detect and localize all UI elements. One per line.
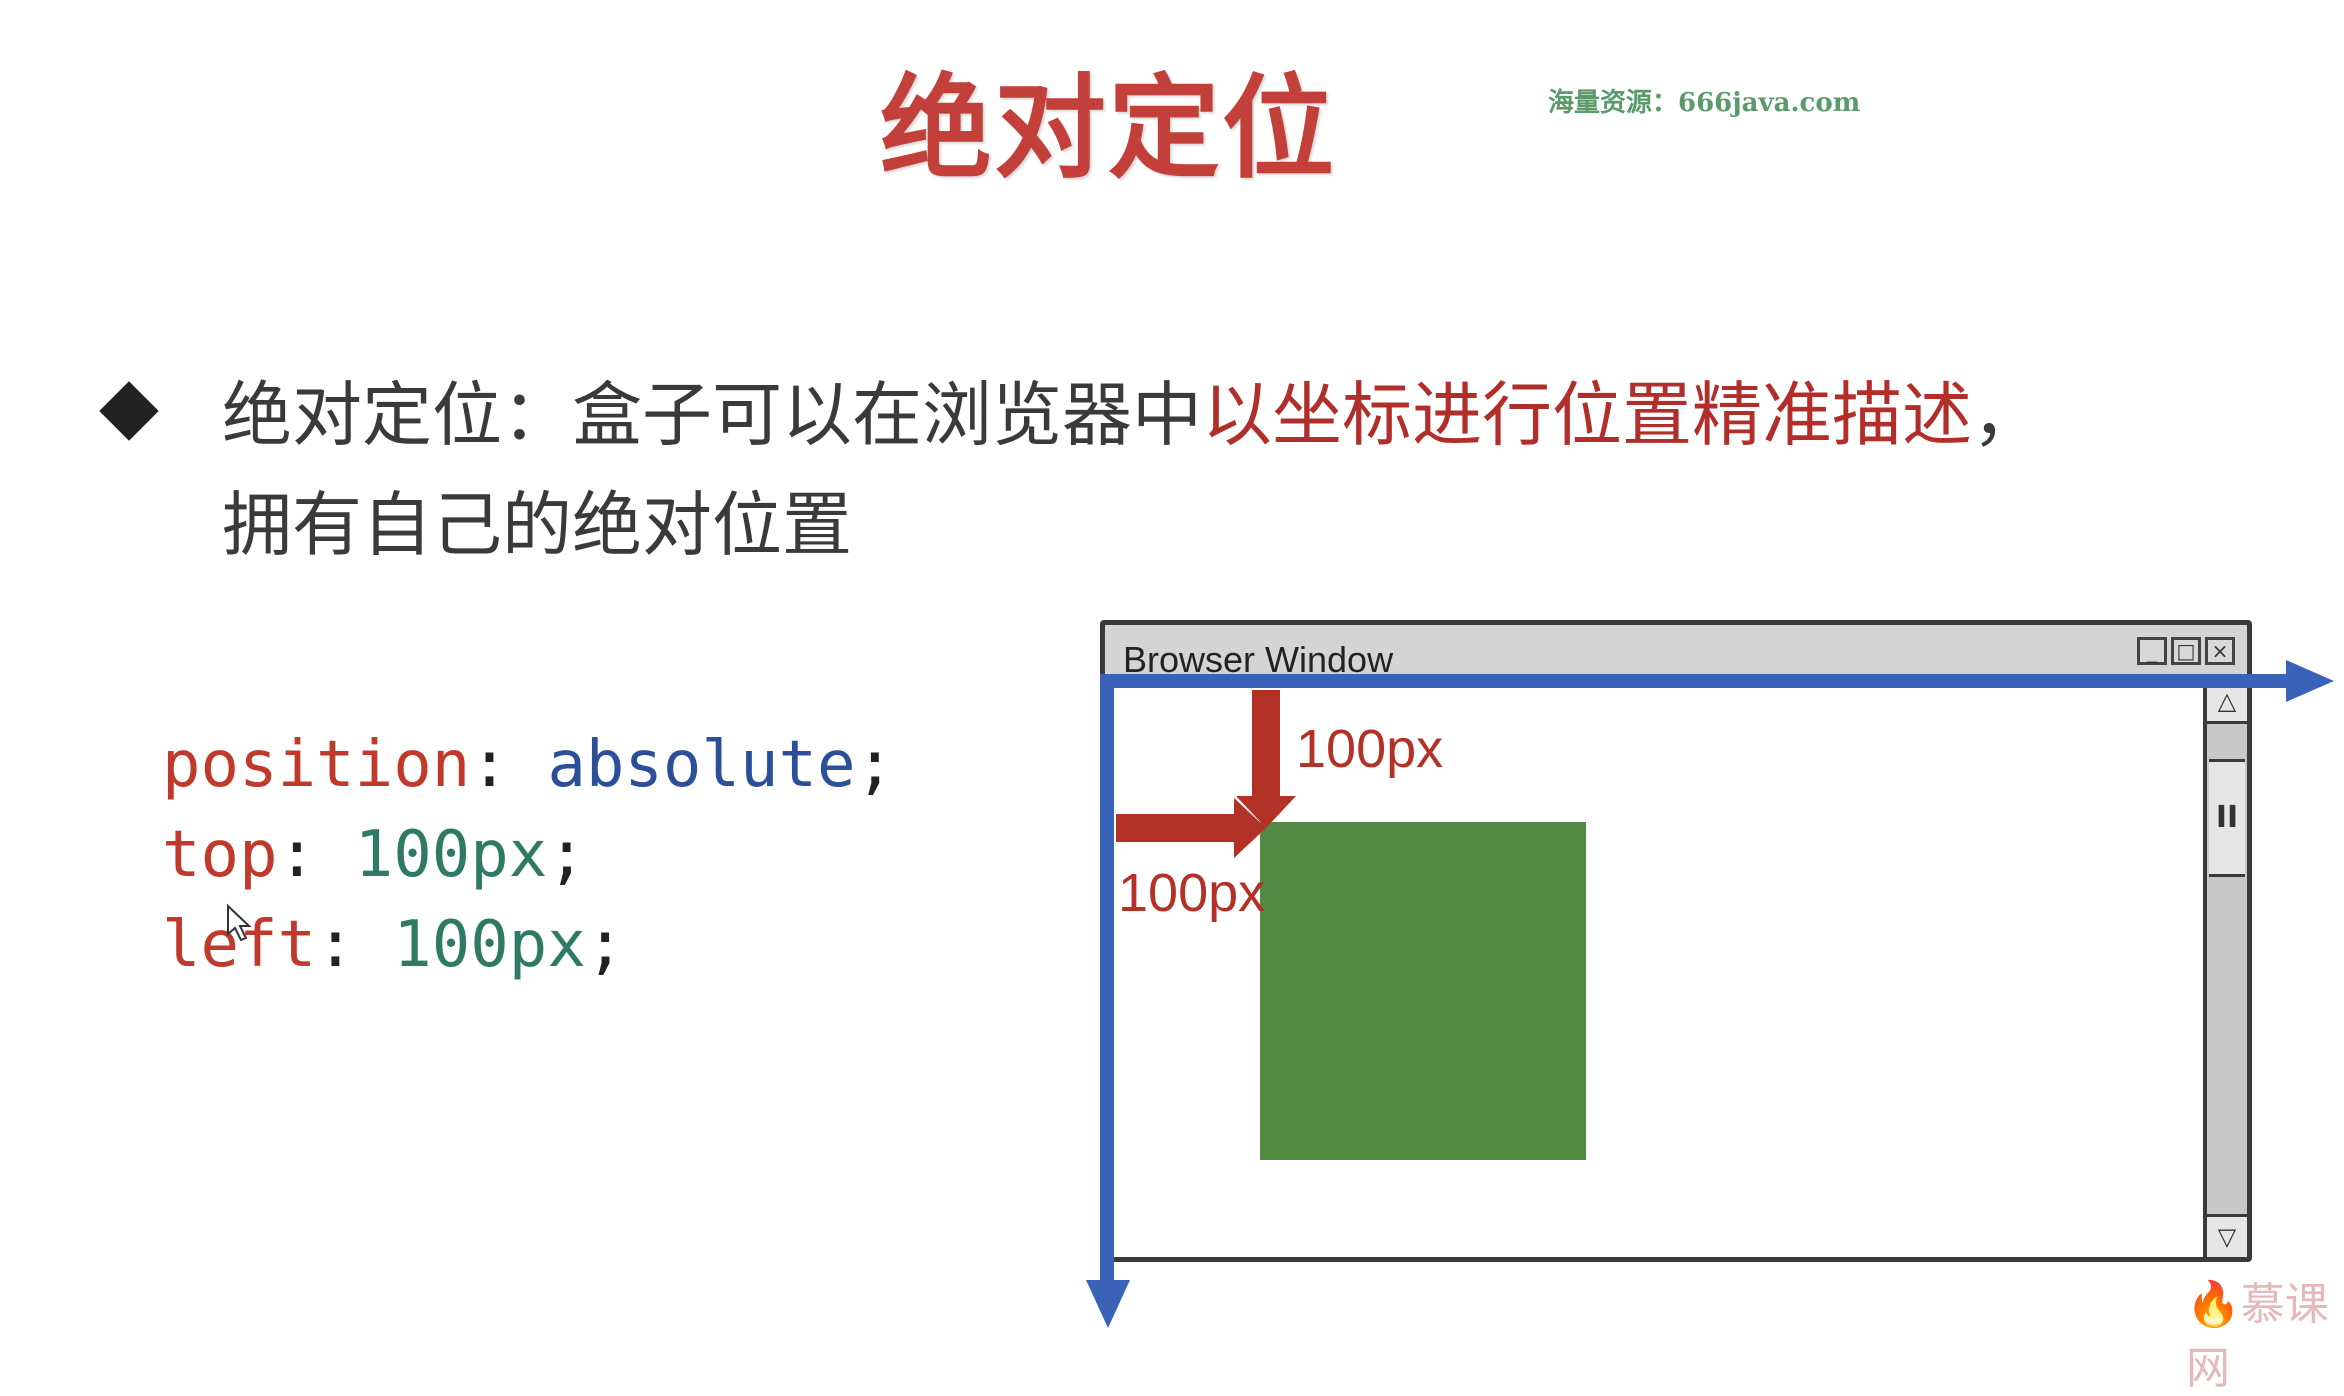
left-offset-label: 100px	[1118, 863, 1266, 923]
slide-title: 绝对定位	[880, 64, 1336, 194]
bullet-text: 绝对定位：盒子可以在浏览器中以坐标进行位置精准描述， 拥有自己的绝对位置	[222, 360, 2122, 580]
code-value: 100px	[354, 818, 548, 892]
close-icon: ×	[2205, 637, 2235, 665]
window-titlebar: Browser Window _ □ ×	[1105, 625, 2247, 681]
flame-logo-icon: 🔥	[2186, 1279, 2241, 1330]
code-value: absolute	[547, 728, 856, 802]
code-prop: position	[162, 728, 471, 802]
code-line-top: top: 100px;	[162, 818, 586, 892]
css-code-block: position: absolute; top: 100px; left: 10…	[162, 720, 894, 990]
top-offset-label: 100px	[1296, 719, 1444, 779]
bullet-prefix: 绝对定位：盒子可以在浏览器中	[222, 374, 1202, 456]
window-controls: _ □ ×	[2137, 637, 2235, 665]
bullet-line2: 拥有自己的绝对位置	[222, 484, 852, 566]
imooc-logo: 🔥慕课网	[2186, 1268, 2344, 1396]
minimize-icon: _	[2137, 637, 2167, 665]
scroll-up-arrow-icon: △	[2207, 681, 2247, 724]
code-value: 100px	[393, 908, 586, 982]
maximize-icon: □	[2171, 637, 2201, 665]
positioned-box	[1260, 822, 1586, 1160]
code-line-left: left: 100px;	[162, 908, 625, 982]
code-line-position: position: absolute;	[162, 728, 895, 802]
diamond-bullet-icon	[99, 381, 159, 441]
bullet-highlight: 以坐标进行位置精准描述	[1202, 374, 1972, 456]
window-title: Browser Window	[1123, 639, 1394, 680]
scrollbar: △ II ▽	[2203, 681, 2247, 1257]
scroll-down-arrow-icon: ▽	[2207, 1214, 2247, 1257]
code-prop: top	[162, 818, 278, 892]
scroll-thumb: II	[2209, 759, 2245, 877]
code-prop: left	[162, 908, 317, 982]
bullet-suffix: ，	[1972, 374, 2042, 456]
watermark-text: 海量资源：666java.com	[1548, 88, 1861, 118]
